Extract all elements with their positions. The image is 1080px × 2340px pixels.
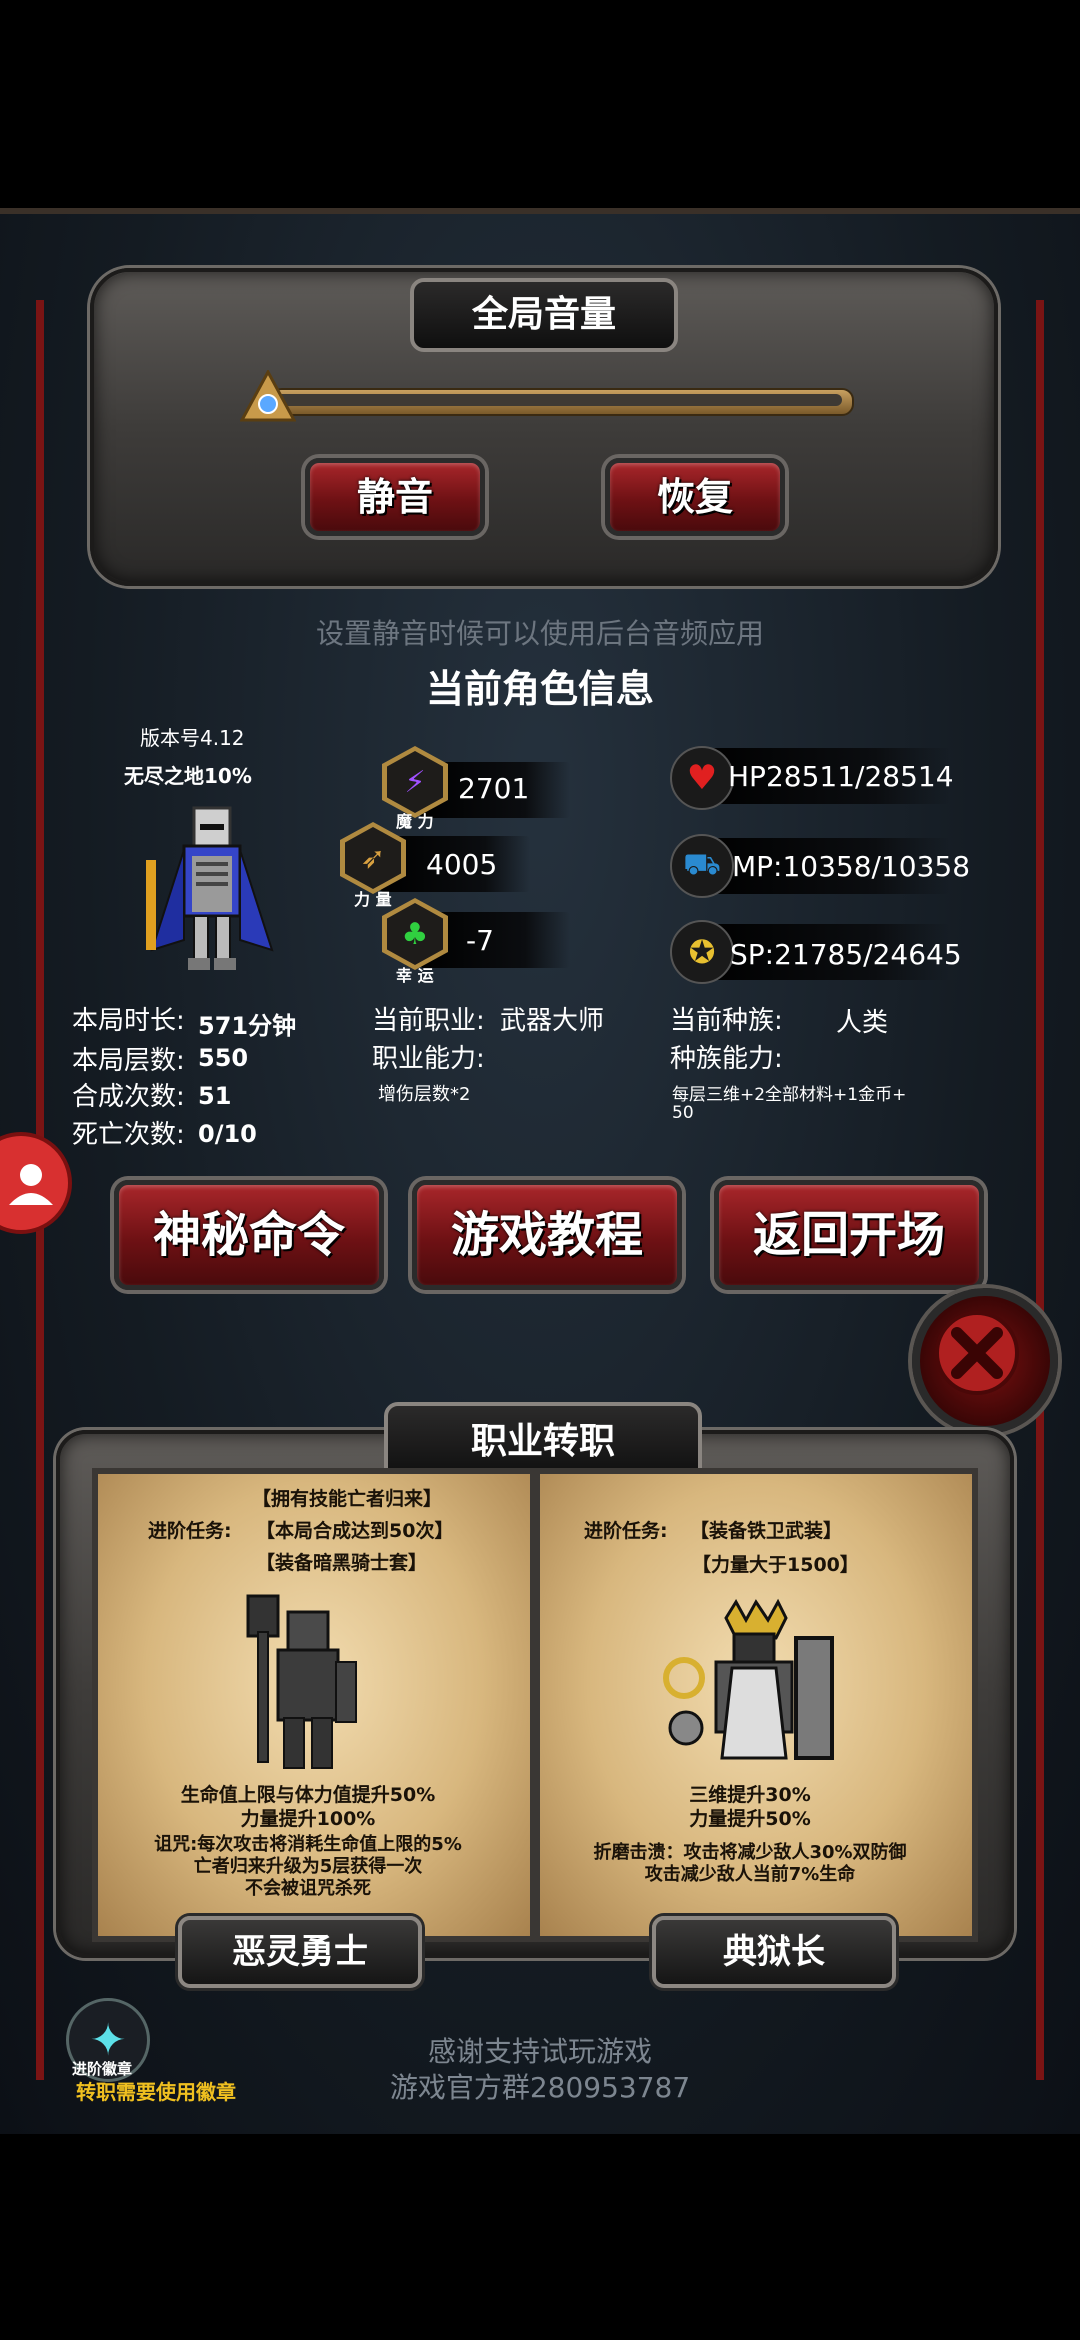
right-req1: 【装备铁卫武装】 [690, 1520, 843, 1542]
job-ability-value: 增伤层数*2 [378, 1084, 471, 1105]
sp-icon: ✪ [670, 920, 734, 984]
strength-value: 4005 [426, 848, 498, 881]
mode-label: 无尽之地10% [124, 764, 252, 788]
run-time-label: 本局时长: [72, 1006, 185, 1036]
dark-warrior-sprite [228, 1592, 378, 1782]
right-req2: 【力量大于1500】 [692, 1554, 859, 1576]
sp-value: SP:21785/24645 [730, 938, 962, 971]
strength-caption: 力 量 [354, 890, 392, 909]
left-effect1: 生命值上限与体力值提升50% [180, 1784, 436, 1806]
race-ability-label: 种族能力: [670, 1044, 783, 1074]
secret-command-button[interactable]: 神秘命令 [114, 1180, 384, 1290]
left-effect3: 诅咒:每次攻击将消耗生命值上限的5% [154, 1834, 462, 1855]
luck-caption: 幸 运 [396, 966, 434, 985]
job-ability-label: 职业能力: [372, 1044, 485, 1074]
race-value: 人类 [836, 1008, 889, 1038]
job-label: 当前职业: [372, 1006, 485, 1036]
magic-value: 2701 [458, 772, 530, 805]
run-time-value: 571分钟 [198, 1012, 297, 1040]
tutorial-button[interactable]: 游戏教程 [412, 1180, 682, 1290]
volume-slider[interactable] [239, 368, 854, 422]
character-sprite [132, 800, 292, 980]
mp-value: MP:10358/10358 [732, 850, 971, 883]
version-label: 版本号4.12 [140, 726, 245, 750]
left-req2: 【本局合成达到50次】 [256, 1520, 454, 1542]
death-label: 死亡次数: [72, 1120, 185, 1150]
footer-thanks: 感谢支持试玩游戏 [427, 2035, 652, 2068]
close-button[interactable] [912, 1288, 1058, 1434]
job-name-right-button[interactable]: 典狱长 [652, 1916, 896, 1988]
char-info-title: 当前角色信息 [425, 667, 654, 711]
magic-caption: 魔 力 [396, 812, 434, 831]
left-effect4: 亡者归来升级为5层获得一次 [193, 1856, 423, 1877]
mute-button[interactable]: 静音 [305, 458, 485, 536]
job-value: 武器大师 [500, 1006, 605, 1036]
synth-label: 合成次数: [72, 1082, 185, 1112]
left-effect5: 不会被诅咒杀死 [245, 1878, 371, 1899]
left-effect2: 力量提升100% [240, 1808, 376, 1830]
heart-icon: ♥ [670, 746, 734, 810]
hp-value: HP28511/28514 [728, 760, 954, 793]
synth-value: 51 [198, 1082, 232, 1110]
right-effect4: 攻击减少敌人当前7%生命 [644, 1864, 856, 1885]
race-label: 当前种族: [670, 1006, 783, 1036]
right-effect2: 力量提升50% [689, 1808, 811, 1830]
volume-title: 全局音量 [410, 278, 678, 352]
right-effect1: 三维提升30% [689, 1784, 811, 1806]
footer-group: 游戏官方群280953787 [389, 2071, 691, 2104]
volume-slider-fill [276, 394, 842, 406]
left-req3: 【装备暗黑骑士套】 [256, 1552, 428, 1574]
user-icon [9, 1164, 53, 1205]
back-to-start-button[interactable]: 返回开场 [714, 1180, 984, 1290]
close-icon [935, 1311, 1019, 1395]
restore-button[interactable]: 恢复 [605, 458, 785, 536]
frame-right-trim [1036, 300, 1044, 2080]
floors-value: 550 [198, 1044, 249, 1072]
luck-value: -7 [466, 924, 494, 957]
left-task-label: 进阶任务: [148, 1520, 232, 1542]
volume-slider-handle[interactable] [239, 368, 297, 426]
right-task-label: 进阶任务: [584, 1520, 668, 1542]
floors-label: 本局层数: [72, 1046, 185, 1076]
job-name-left-button[interactable]: 恶灵勇士 [178, 1916, 422, 1988]
death-value: 0/10 [198, 1120, 257, 1148]
race-ability-value: 每层三维+2全部材料+1金币+ 50 [672, 1085, 907, 1123]
left-req1: 【拥有技能亡者归来】 [252, 1488, 443, 1510]
right-effect3: 折磨击溃：攻击将减少敌人30%双防御 [593, 1842, 907, 1863]
volume-hint: 设置静音时候可以使用后台音频应用 [315, 617, 764, 650]
warden-sprite [656, 1598, 846, 1788]
mp-icon: ⛟ [670, 834, 734, 898]
